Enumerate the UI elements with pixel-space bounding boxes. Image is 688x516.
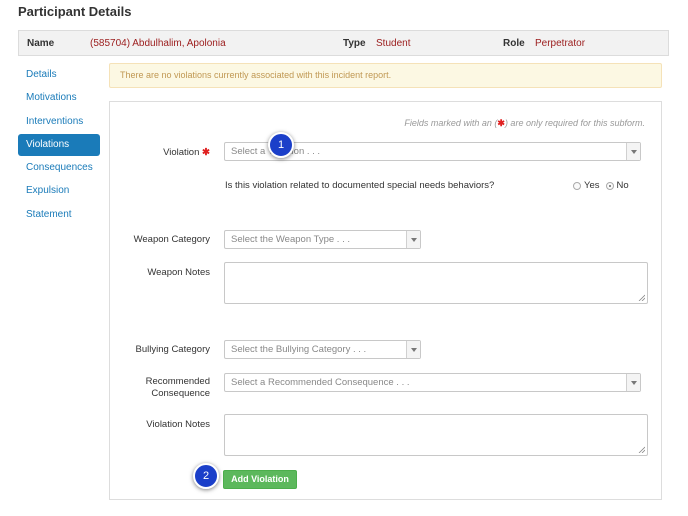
violation-label: Violation ✱ [110, 147, 210, 159]
bullying-category-label: Bullying Category [135, 344, 210, 355]
violation-label-text: Violation [163, 147, 200, 158]
type-label: Type [343, 38, 366, 49]
recommended-consequence-placeholder: Select a Recommended Consequence . . . [231, 377, 410, 388]
bullying-category-select[interactable]: Select the Bullying Category . . . [224, 340, 421, 359]
recommended-consequence-select[interactable]: Select a Recommended Consequence . . . [224, 373, 641, 392]
weapon-category-label: Weapon Category [133, 234, 210, 245]
radio-no-label: No [616, 180, 629, 191]
nav-item-motivations[interactable]: Motivations [18, 87, 100, 109]
weapon-category-placeholder: Select the Weapon Type . . . [231, 234, 351, 245]
resize-grip-icon[interactable] [638, 446, 645, 453]
recommended-consequence-label: Recommended Consequence [110, 376, 210, 400]
page-title: Participant Details [18, 4, 132, 19]
nav-item-details[interactable]: Details [18, 64, 100, 86]
radio-yes[interactable] [573, 181, 581, 190]
bullying-category-placeholder: Select the Bullying Category . . . [231, 344, 367, 355]
chevron-down-icon [406, 231, 420, 248]
special-needs-yes[interactable]: Yes [573, 180, 600, 191]
nav-item-consequences[interactable]: Consequences [18, 157, 100, 179]
chevron-down-icon [626, 374, 640, 391]
add-violation-button[interactable]: Add Violation [223, 470, 297, 489]
no-violations-alert: There are no violations currently associ… [109, 63, 662, 88]
participant-summary-bar: Name (585704) Abdulhalim, Apolonia Type … [18, 30, 669, 56]
radio-yes-label: Yes [584, 180, 600, 191]
participant-name: (585704) Abdulhalim, Apolonia [90, 38, 226, 49]
role-label: Role [503, 38, 525, 49]
participant-role: Perpetrator [535, 38, 586, 49]
weapon-category-select[interactable]: Select the Weapon Type . . . [224, 230, 421, 249]
callout-badge-1: 1 [268, 132, 294, 158]
nav-item-expulsion[interactable]: Expulsion [18, 180, 100, 202]
recommended-label-line2: Consequence [151, 388, 210, 399]
radio-no[interactable] [605, 181, 614, 190]
weapon-notes-textarea[interactable] [224, 262, 648, 304]
special-needs-radio-group: Yes No [573, 180, 629, 191]
violation-form: Fields marked with an (✱) are only requi… [109, 101, 662, 500]
name-label: Name [27, 38, 55, 49]
required-note-suffix: ) are only required for this subform. [504, 118, 645, 128]
required-star-icon: ✱ [497, 118, 505, 128]
required-note-prefix: Fields marked with an ( [404, 118, 498, 128]
chevron-down-icon [406, 341, 420, 358]
nav-item-statement[interactable]: Statement [18, 204, 100, 226]
required-star-icon: ✱ [202, 147, 210, 158]
nav-item-interventions[interactable]: Interventions [18, 111, 100, 133]
special-needs-question: Is this violation related to documented … [225, 180, 495, 191]
chevron-down-icon [626, 143, 640, 160]
callout-badge-2: 2 [193, 463, 219, 489]
weapon-notes-label: Weapon Notes [147, 267, 210, 278]
violation-notes-textarea[interactable] [224, 414, 648, 456]
violation-notes-label: Violation Notes [146, 419, 210, 430]
nav-item-violations[interactable]: Violations [18, 133, 100, 156]
participant-type: Student [376, 38, 411, 49]
subform-nav: Details Motivations Interventions Violat… [18, 64, 100, 227]
required-fields-note: Fields marked with an (✱) are only requi… [404, 118, 645, 129]
special-needs-no[interactable]: No [605, 180, 629, 191]
recommended-label-line1: Recommended [145, 376, 210, 387]
resize-grip-icon[interactable] [638, 294, 645, 301]
